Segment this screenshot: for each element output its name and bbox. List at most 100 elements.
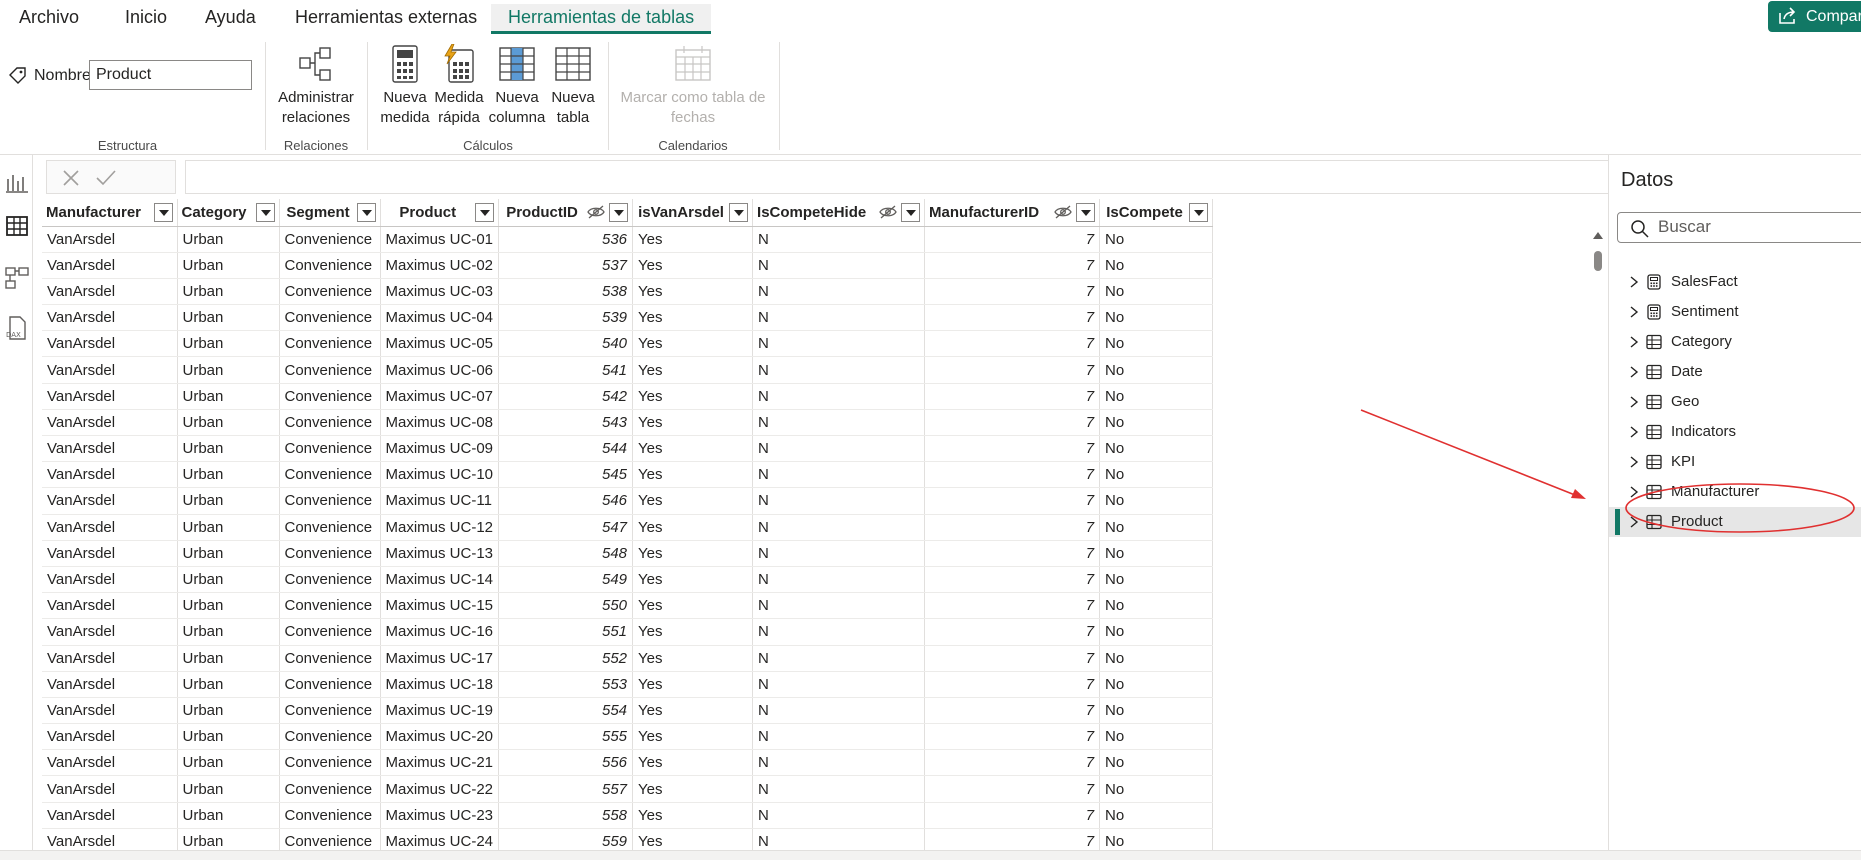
chevron-right-icon[interactable] [1629,336,1639,348]
table-cell[interactable]: Convenience [279,409,381,437]
table-cell[interactable]: Yes [632,383,754,410]
table-cell[interactable]: Convenience [279,618,381,646]
table-cell[interactable]: 536 [498,226,634,253]
table-cell[interactable]: Yes [632,645,754,672]
table-cell[interactable]: Urban [177,252,280,279]
table-cell[interactable]: Maximus UC-21 [380,749,500,777]
mark-date-table-button[interactable]: Marcar como tabla de fechas [617,44,769,128]
field-list-item-indicators[interactable]: Indicators [1609,417,1861,447]
table-cell[interactable]: Maximus UC-07 [380,383,500,410]
table-cell[interactable]: N [752,461,926,489]
new-measure-button[interactable]: Nueva medida [378,44,432,128]
table-cell[interactable]: 540 [498,330,634,358]
table-cell[interactable]: No [1099,723,1214,751]
table-cell[interactable]: Convenience [279,749,381,777]
table-cell[interactable]: Yes [632,723,754,751]
table-cell[interactable]: Urban [177,749,280,777]
field-list-item-kpi[interactable]: KPI [1609,447,1861,477]
field-list-item-product[interactable]: Product [1609,507,1861,537]
table-cell[interactable]: Convenience [279,278,381,306]
table-cell[interactable]: N [752,618,926,646]
chevron-right-icon[interactable] [1629,426,1639,438]
chevron-right-icon[interactable] [1629,456,1639,468]
table-cell[interactable]: No [1099,802,1214,829]
table-cell[interactable]: Maximus UC-20 [380,723,500,751]
table-cell[interactable]: No [1099,566,1214,594]
table-cell[interactable]: Urban [177,409,280,437]
table-cell[interactable]: No [1099,278,1214,306]
column-header-category[interactable]: Category [177,199,280,227]
table-cell[interactable]: N [752,645,926,672]
table-cell[interactable]: Urban [177,540,280,567]
table-cell[interactable]: Yes [632,356,754,384]
table-cell[interactable]: 7 [924,330,1101,358]
table-cell[interactable]: Yes [632,775,754,803]
table-cell[interactable]: No [1099,618,1214,646]
menu-archivo[interactable]: Archivo [19,4,79,34]
table-cell[interactable]: No [1099,409,1214,437]
table-cell[interactable]: No [1099,304,1214,332]
table-view-icon[interactable] [4,213,30,239]
table-cell[interactable]: Yes [632,592,754,620]
column-header-iscompete[interactable]: IsCompete [1099,199,1214,227]
table-cell[interactable]: Maximus UC-18 [380,671,500,698]
table-cell[interactable]: Maximus UC-22 [380,775,500,803]
table-cell[interactable]: Yes [632,566,754,594]
table-cell[interactable]: VanArsdel [42,749,178,777]
share-button[interactable]: Compar [1768,1,1861,32]
table-cell[interactable]: 537 [498,252,634,279]
table-cell[interactable]: N [752,566,926,594]
commit-icon[interactable] [95,168,117,188]
menu-ayuda[interactable]: Ayuda [205,4,256,34]
table-cell[interactable]: VanArsdel [42,671,178,698]
column-header-isvanarsdel[interactable]: isVanArsdel [632,199,754,227]
table-cell[interactable]: 543 [498,409,634,437]
table-cell[interactable]: Maximus UC-19 [380,697,500,725]
table-cell[interactable]: Convenience [279,566,381,594]
column-header-iscompetehide[interactable]: IsCompeteHide [752,199,926,227]
table-cell[interactable]: 553 [498,671,634,698]
table-cell[interactable]: 7 [924,383,1101,410]
table-cell[interactable]: 7 [924,723,1101,751]
table-cell[interactable]: Yes [632,330,754,358]
filter-dropdown-icon[interactable] [1076,202,1096,222]
field-list-item-salesfact[interactable]: SalesFact [1609,267,1861,297]
table-cell[interactable]: VanArsdel [42,802,178,829]
table-cell[interactable]: 7 [924,461,1101,489]
table-cell[interactable]: N [752,226,926,253]
table-cell[interactable]: 7 [924,304,1101,332]
new-column-button[interactable]: Nueva columna [486,44,548,128]
table-cell[interactable]: Convenience [279,697,381,725]
table-cell[interactable]: No [1099,487,1214,515]
table-cell[interactable]: VanArsdel [42,540,178,567]
table-cell[interactable]: Maximus UC-05 [380,330,500,358]
table-cell[interactable]: VanArsdel [42,723,178,751]
table-name-input[interactable] [89,60,252,90]
table-cell[interactable]: 556 [498,749,634,777]
table-cell[interactable]: Maximus UC-08 [380,409,500,437]
table-cell[interactable]: VanArsdel [42,592,178,620]
table-cell[interactable]: Convenience [279,775,381,803]
report-view-icon[interactable] [4,169,30,195]
table-cell[interactable]: Yes [632,671,754,698]
table-cell[interactable]: 7 [924,409,1101,437]
table-cell[interactable]: Yes [632,540,754,567]
model-view-icon[interactable] [4,265,30,291]
table-cell[interactable]: Maximus UC-03 [380,278,500,306]
table-cell[interactable]: Urban [177,356,280,384]
table-cell[interactable]: N [752,723,926,751]
field-list-item-geo[interactable]: Geo [1609,387,1861,417]
table-cell[interactable]: 550 [498,592,634,620]
table-cell[interactable]: 7 [924,226,1101,253]
field-list-item-sentiment[interactable]: Sentiment [1609,297,1861,327]
table-cell[interactable]: 558 [498,802,634,829]
table-cell[interactable]: N [752,802,926,829]
table-cell[interactable]: Convenience [279,645,381,672]
table-cell[interactable]: Yes [632,514,754,541]
table-cell[interactable]: 548 [498,540,634,567]
table-cell[interactable]: Urban [177,802,280,829]
field-list-item-category[interactable]: Category [1609,327,1861,357]
table-cell[interactable]: Maximus UC-06 [380,356,500,384]
table-cell[interactable]: N [752,278,926,306]
chevron-right-icon[interactable] [1629,276,1639,288]
